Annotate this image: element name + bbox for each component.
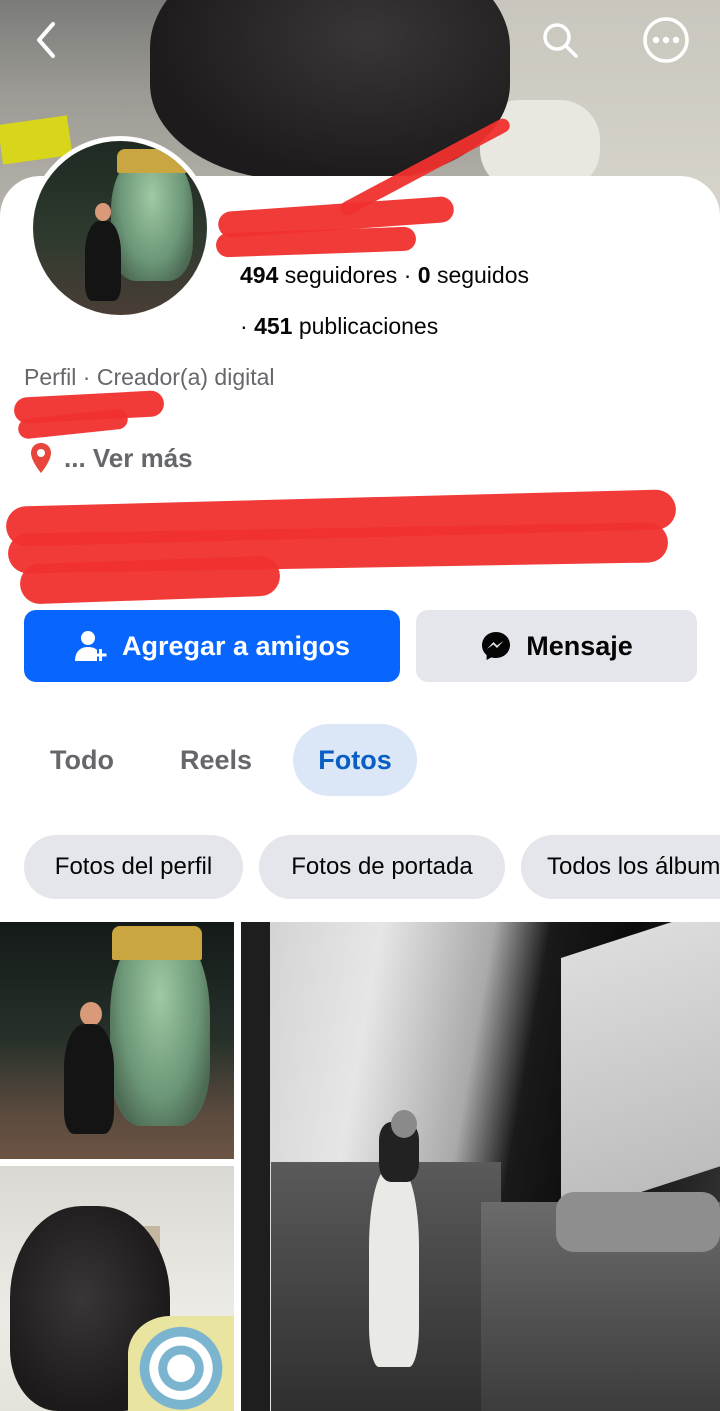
posts-label: publicaciones: [298, 313, 439, 339]
chip-profile-photos[interactable]: Fotos del perfil: [24, 835, 243, 899]
stats-separator: ·: [403, 262, 412, 288]
tab-fotos[interactable]: Fotos: [293, 724, 417, 796]
back-button[interactable]: [20, 14, 72, 66]
add-friend-label: Agregar a amigos: [121, 630, 351, 661]
tab-todo[interactable]: Todo: [30, 724, 134, 796]
search-icon: [543, 23, 578, 58]
message-button[interactable]: Mensaje: [416, 610, 697, 682]
chip-cover-photos[interactable]: Fotos de portada: [259, 835, 505, 899]
see-more-link[interactable]: ... Ver más: [64, 443, 193, 474]
add-friend-button[interactable]: Agregar a amigos: [24, 610, 400, 682]
messenger-icon: [482, 632, 511, 660]
photo-dark-edge: [241, 922, 270, 1411]
followers-count[interactable]: 494: [240, 262, 278, 288]
avatar-photo: [33, 141, 207, 315]
photo-tile[interactable]: [241, 922, 720, 1411]
following-label[interactable]: seguidos: [437, 262, 529, 288]
avatar-person: [85, 221, 121, 301]
avatar-statue-crown: [117, 149, 187, 173]
photo-person-face: [80, 1002, 102, 1026]
photo-person-pants: [369, 1167, 419, 1367]
location-pin-icon: [31, 443, 51, 473]
posts-separator: ·: [240, 313, 248, 339]
back-arrow-icon: [37, 22, 55, 58]
photo-right-building: [561, 922, 720, 1218]
followers-label[interactable]: seguidores: [285, 262, 398, 288]
tab-reels[interactable]: Reels: [160, 724, 272, 796]
add-friend-icon: [74, 631, 107, 661]
more-options-button[interactable]: [640, 14, 692, 66]
photo-cushion: [128, 1316, 234, 1411]
photo-person-head: [391, 1110, 417, 1138]
followers-following: 494 seguidores · 0 seguidos: [240, 262, 529, 289]
posts-count: 451: [254, 313, 293, 339]
avatar-person-face: [95, 203, 111, 221]
photo-person: [64, 1024, 114, 1134]
profile-category: Perfil · Creador(a) digital: [24, 364, 275, 390]
search-button[interactable]: [534, 14, 586, 66]
chip-all-albums[interactable]: Todos los álbum: [521, 835, 720, 899]
photo-tile[interactable]: [0, 922, 234, 1159]
posts-count-line: · 451 publicaciones: [240, 313, 438, 340]
photo-cars: [556, 1192, 720, 1252]
following-count[interactable]: 0: [418, 262, 431, 288]
message-label: Mensaje: [526, 630, 633, 661]
photo-statue-crown: [112, 926, 202, 960]
profile-avatar[interactable]: [28, 136, 212, 320]
photo-tile[interactable]: [0, 1166, 234, 1411]
bio-see-more-row[interactable]: ... Ver más: [30, 442, 193, 474]
more-options-icon: [643, 17, 689, 63]
